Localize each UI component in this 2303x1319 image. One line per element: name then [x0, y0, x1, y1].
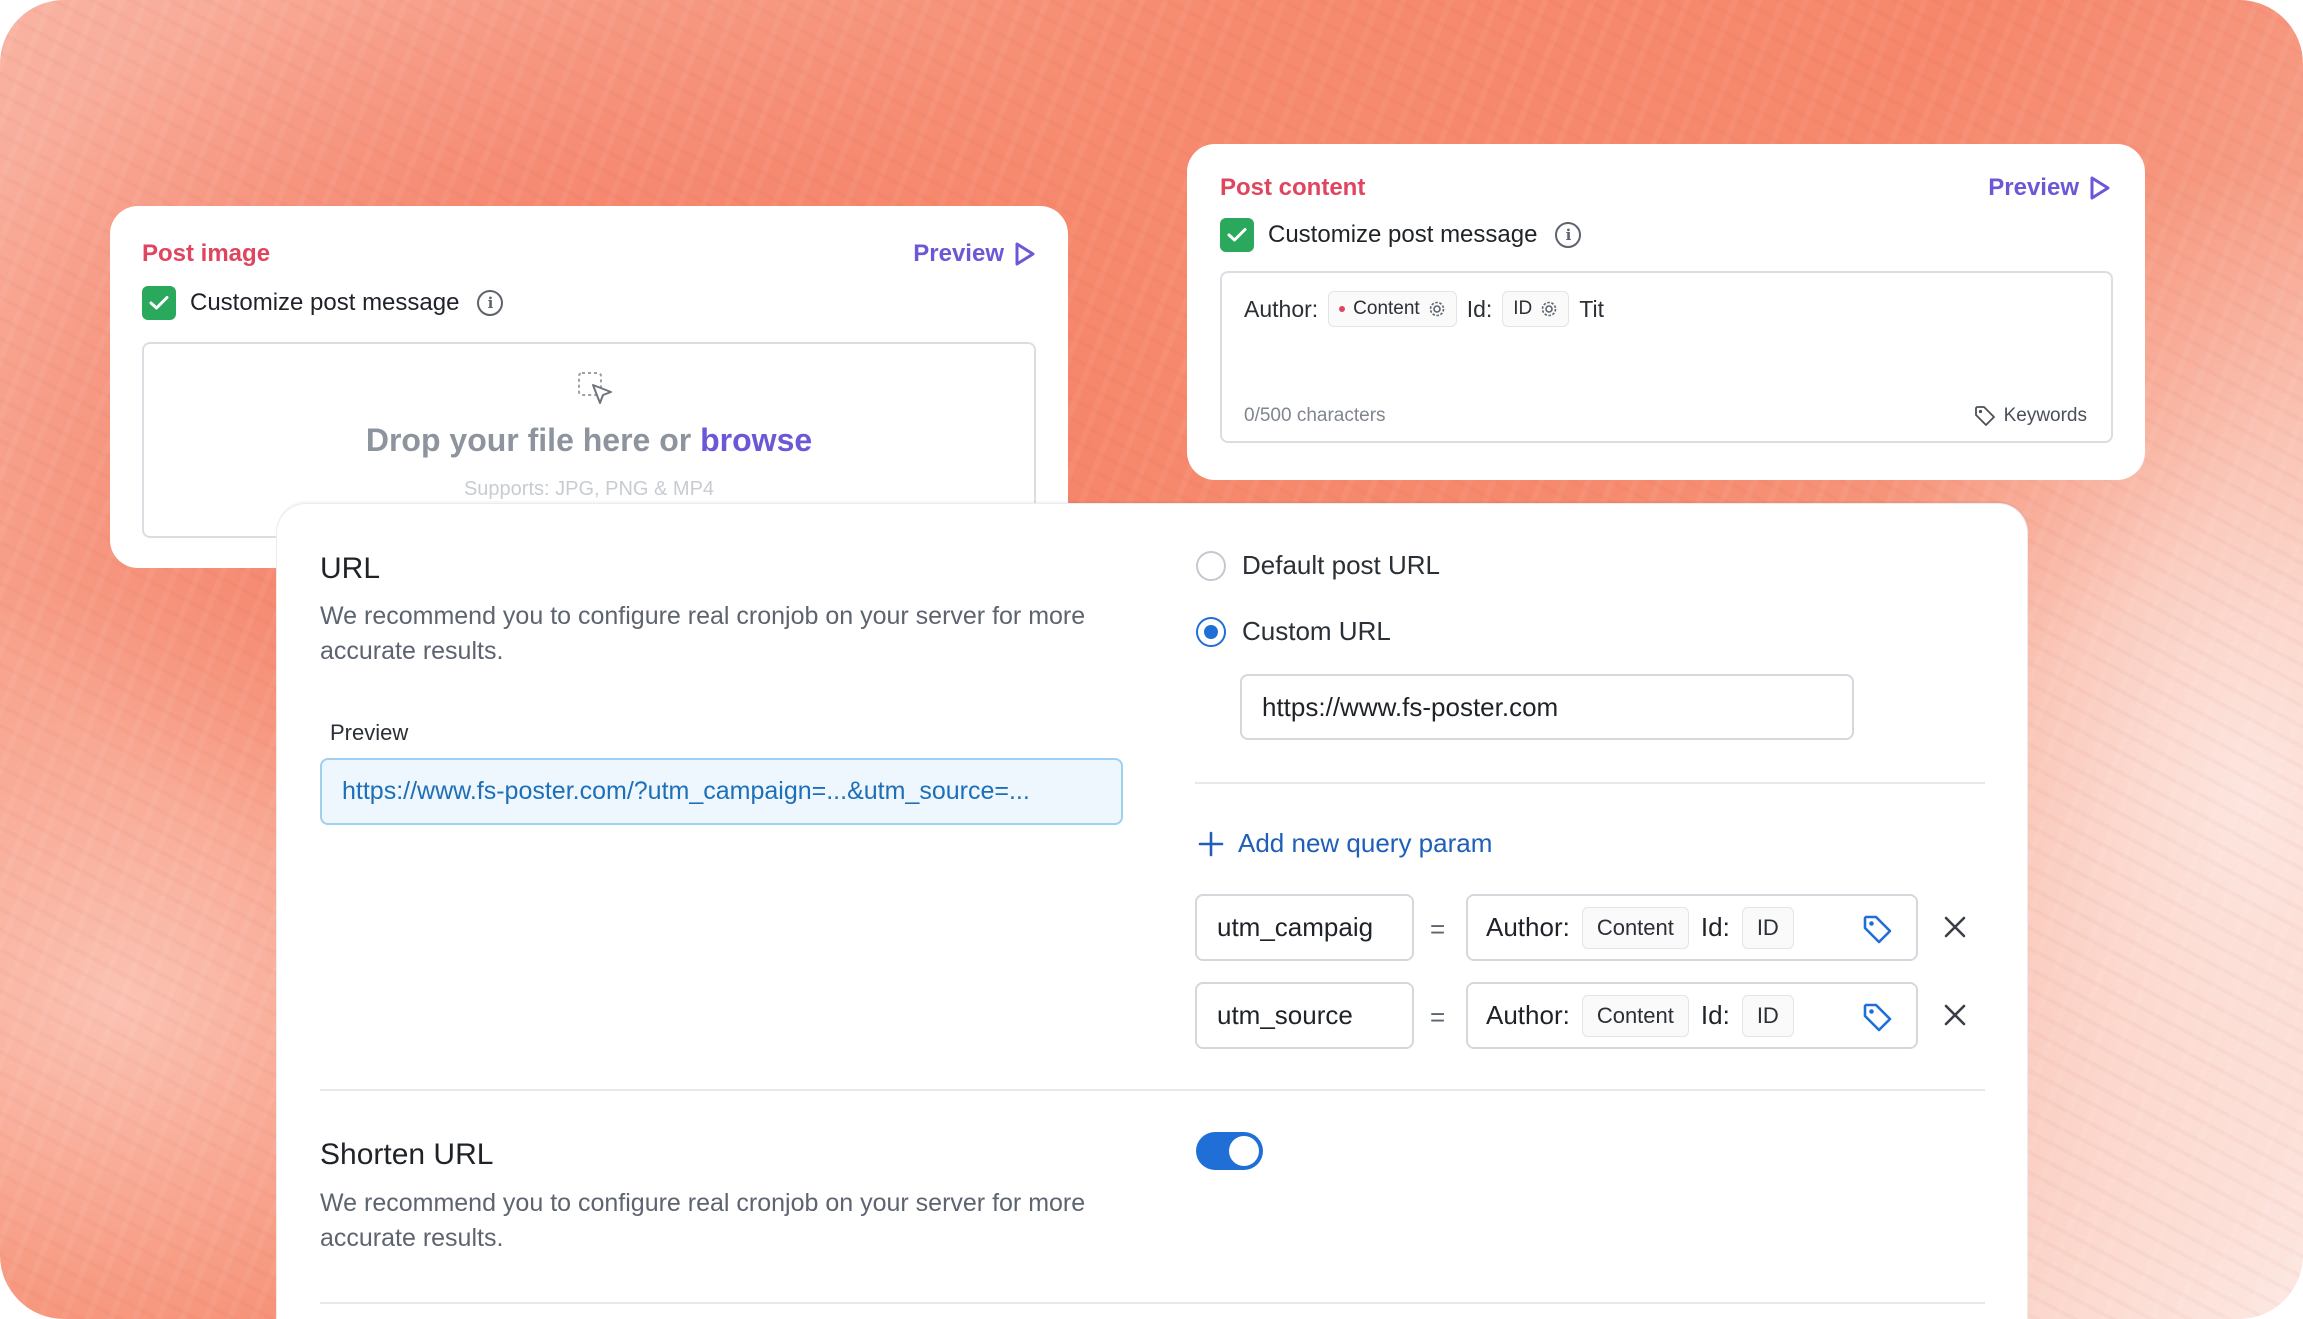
- param-value-input[interactable]: Author: Content Id: ID: [1466, 982, 1918, 1049]
- id-chip[interactable]: ID: [1741, 994, 1794, 1037]
- info-icon[interactable]: i: [477, 290, 504, 316]
- default-url-radio[interactable]: [1196, 550, 1226, 581]
- customize-label: Customize post message: [190, 289, 460, 316]
- param-key-value: utm_source: [1217, 1000, 1353, 1030]
- divider: [320, 1089, 1985, 1091]
- shorten-url-title: Shorten URL: [320, 1138, 494, 1171]
- gear-icon[interactable]: [1540, 300, 1558, 318]
- close-icon[interactable]: [1942, 1002, 1968, 1028]
- keywords-button[interactable]: Keywords: [1974, 405, 2087, 427]
- supports-text: Supports: JPG, PNG & MP4: [463, 478, 715, 500]
- url-preview-value: https://www.fs-poster.com/?utm_campaign=…: [342, 777, 1030, 805]
- url-preview-field: https://www.fs-poster.com/?utm_campaign=…: [320, 758, 1123, 825]
- preview-label: Preview: [330, 720, 409, 745]
- custom-url-input[interactable]: https://www.fs-poster.com: [1240, 674, 1854, 740]
- divider: [1195, 782, 1985, 784]
- browse-link[interactable]: browse: [700, 422, 812, 458]
- plus-icon: [1198, 831, 1224, 856]
- id-label: Id:: [1700, 1000, 1730, 1030]
- toggle-knob: [1229, 1136, 1259, 1166]
- author-label: Author:: [1486, 1000, 1570, 1030]
- check-icon: [149, 296, 169, 310]
- custom-url-option[interactable]: Custom URL: [1196, 616, 1391, 647]
- post-image-preview-button[interactable]: Preview: [913, 240, 1036, 268]
- tag-icon: [1974, 406, 1995, 426]
- url-description: We recommend you to configure real cronj…: [320, 602, 1086, 665]
- param-value-input[interactable]: Author: Content Id: ID: [1466, 894, 1918, 961]
- keywords-label: Keywords: [2003, 405, 2087, 426]
- tag-icon[interactable]: [1862, 1002, 1894, 1034]
- url-title: URL: [320, 552, 381, 585]
- shorten-url-description: We recommend you to configure real cronj…: [320, 1189, 1086, 1252]
- drop-label: Drop your file here or: [365, 422, 692, 458]
- customize-label: Customize post message: [1268, 221, 1538, 248]
- param-key-input[interactable]: utm_campaig: [1195, 894, 1414, 961]
- post-image-title: Post image: [142, 240, 271, 267]
- check-icon: [1227, 228, 1247, 242]
- post-image-customize-row[interactable]: Customize post message i: [142, 286, 504, 320]
- default-url-label: Default post URL: [1242, 550, 1440, 580]
- id-label: Id:: [1466, 295, 1493, 322]
- trailing-text: Tit: [1579, 295, 1604, 322]
- drag-drop-icon: [578, 372, 612, 404]
- post-message-editor[interactable]: Author: Content Id: ID Tit 0/500 charact…: [1220, 271, 2113, 443]
- play-icon: [1015, 242, 1035, 266]
- play-icon: [2090, 176, 2110, 200]
- divider: [320, 1302, 1985, 1304]
- content-chip[interactable]: Content: [1328, 291, 1457, 327]
- tag-icon[interactable]: [1862, 914, 1894, 946]
- content-chip[interactable]: Content: [1581, 994, 1689, 1037]
- equals-sign: =: [1430, 914, 1446, 944]
- preview-label: Preview: [1988, 174, 2079, 201]
- id-chip-label: ID: [1513, 298, 1533, 319]
- custom-url-label: Custom URL: [1242, 616, 1391, 646]
- char-count: 0/500 characters: [1244, 405, 1386, 426]
- param-key-value: utm_campaig: [1217, 912, 1374, 942]
- custom-url-value: https://www.fs-poster.com: [1262, 691, 1559, 722]
- content-chip[interactable]: Content: [1581, 906, 1689, 949]
- post-content-title: Post content: [1220, 174, 1366, 201]
- equals-sign: =: [1430, 1002, 1446, 1032]
- content-chip-label: Content: [1353, 298, 1420, 319]
- post-content-card: Post content Preview Customize post mess…: [1187, 144, 2145, 480]
- shorten-url-toggle[interactable]: [1196, 1132, 1263, 1170]
- author-label: Author:: [1244, 295, 1319, 322]
- info-icon[interactable]: i: [1555, 222, 1582, 248]
- id-label: Id:: [1700, 912, 1730, 942]
- customize-checkbox[interactable]: [142, 286, 176, 320]
- default-url-option[interactable]: Default post URL: [1196, 550, 1440, 581]
- custom-url-radio[interactable]: [1196, 616, 1226, 647]
- chip-dot: [1339, 306, 1346, 312]
- author-label: Author:: [1486, 912, 1570, 942]
- gear-icon[interactable]: [1428, 300, 1446, 318]
- param-key-input[interactable]: utm_source: [1195, 982, 1414, 1049]
- id-chip[interactable]: ID: [1502, 291, 1570, 327]
- add-query-param-button[interactable]: Add new query param: [1198, 828, 1492, 859]
- add-param-label: Add new query param: [1238, 828, 1493, 858]
- preview-label: Preview: [913, 240, 1004, 267]
- customize-checkbox[interactable]: [1220, 218, 1254, 252]
- post-content-customize-row[interactable]: Customize post message i: [1220, 218, 1582, 252]
- drop-text: Drop your file here or browse: [144, 422, 1034, 459]
- url-settings-card: URL We recommend you to configure real c…: [276, 503, 2028, 1319]
- post-content-preview-button[interactable]: Preview: [1988, 174, 2111, 202]
- close-icon[interactable]: [1942, 914, 1968, 940]
- message-line: Author: Content Id: ID Tit: [1244, 291, 1604, 327]
- id-chip[interactable]: ID: [1741, 906, 1794, 949]
